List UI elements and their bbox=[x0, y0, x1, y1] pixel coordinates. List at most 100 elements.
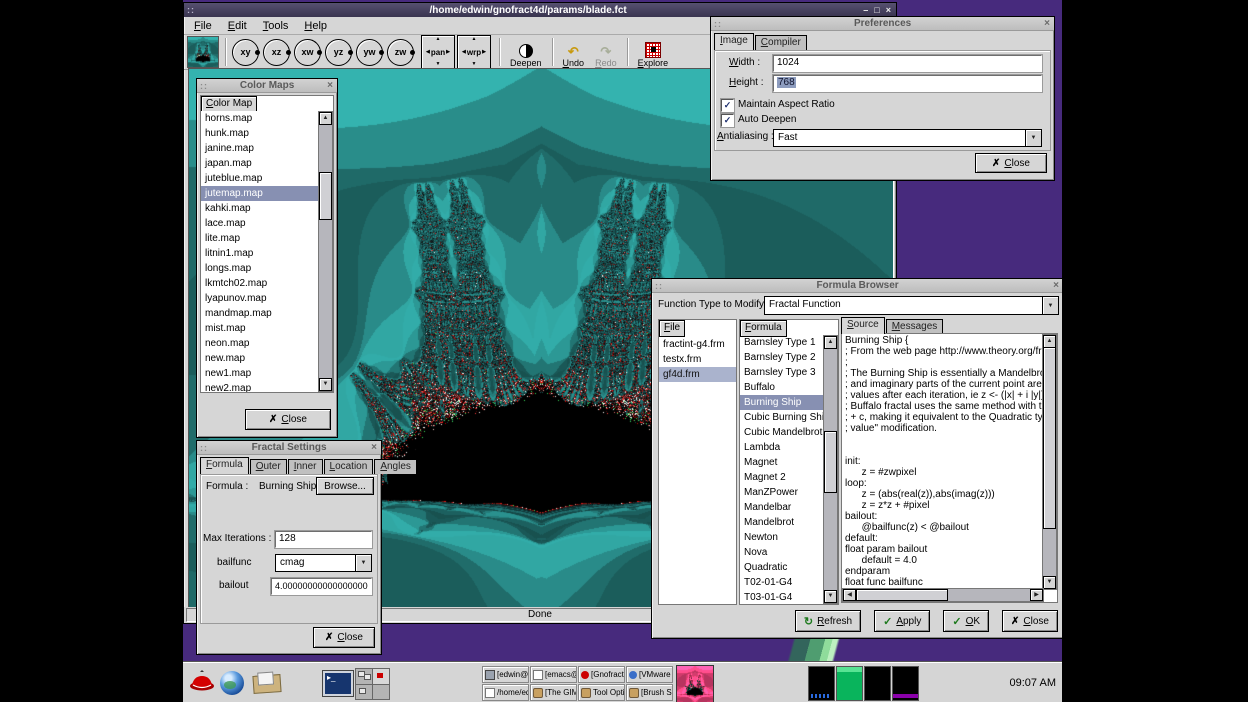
colormap-item-lkmtch02-map[interactable]: lkmtch02.map bbox=[201, 276, 320, 291]
workspace-3[interactable] bbox=[356, 685, 372, 700]
formula-item-mandelbrot[interactable]: Mandelbrot bbox=[740, 515, 825, 530]
workspace-1[interactable] bbox=[356, 669, 372, 684]
taskbar-task-emacs-l[interactable]: [emacs@l bbox=[530, 666, 577, 683]
formula-item-cubic-mandelbrot[interactable]: Cubic Mandelbrot bbox=[740, 425, 825, 440]
file-item-testx-frm[interactable]: testx.frm bbox=[659, 352, 736, 367]
chevron-down-icon[interactable]: ▼ bbox=[1025, 130, 1041, 146]
spin-button-wrp[interactable]: ▲◀wrp▶▼ bbox=[457, 35, 491, 69]
formula-item-t02-01-g4[interactable]: T02-01-G4 bbox=[740, 575, 825, 590]
menu-tools[interactable]: Tools bbox=[255, 19, 297, 33]
taskbar-task-the-gimi[interactable]: [The GIMI bbox=[530, 684, 577, 701]
formula-item-manzpower[interactable]: ManZPower bbox=[740, 485, 825, 500]
colormaps-close-button[interactable]: ✗ Close bbox=[245, 409, 331, 430]
spin-right-icon[interactable]: ▶ bbox=[482, 49, 486, 55]
menu-file[interactable]: File bbox=[186, 19, 220, 33]
formula-item-barnsley-type-3[interactable]: Barnsley Type 3 bbox=[740, 365, 825, 380]
colormap-item-lyapunov-map[interactable]: lyapunov.map bbox=[201, 291, 320, 306]
browser-globe-icon[interactable] bbox=[220, 671, 244, 695]
formula-scrollbar[interactable]: ▲ ▼ bbox=[823, 335, 838, 604]
formula-item-mandelbar[interactable]: Mandelbar bbox=[740, 500, 825, 515]
ok-button[interactable]: ✓ OK bbox=[943, 610, 989, 632]
formula-item-burning-ship[interactable]: Burning Ship bbox=[740, 395, 825, 410]
source-hscrollbar[interactable]: ◀ ▶ bbox=[842, 588, 1044, 602]
formula-item-cubic-burning-ship[interactable]: Cubic Burning Ship bbox=[740, 410, 825, 425]
chevron-down-icon[interactable]: ▼ bbox=[1042, 297, 1058, 314]
scroll-down-icon[interactable]: ▼ bbox=[824, 590, 837, 603]
taskbar-task-home-edw[interactable]: /home/edw bbox=[482, 684, 529, 701]
colormap-item-kahki-map[interactable]: kahki.map bbox=[201, 201, 320, 216]
source-vscrollbar[interactable]: ▲ ▼ bbox=[1042, 334, 1057, 590]
menu-edit[interactable]: Edit bbox=[220, 19, 255, 33]
rotate-button-xz[interactable]: xz bbox=[263, 39, 290, 66]
rotate-button-zw[interactable]: zw bbox=[387, 39, 414, 66]
colormap-item-longs-map[interactable]: longs.map bbox=[201, 261, 320, 276]
deepen-button[interactable]: Deepen bbox=[506, 37, 546, 68]
spin-down-icon[interactable]: ▼ bbox=[472, 62, 477, 67]
tab-image[interactable]: Image bbox=[714, 33, 754, 50]
close-icon[interactable]: × bbox=[323, 80, 337, 91]
formula-item-t03-01-g4[interactable]: T03-01-G4 bbox=[740, 590, 825, 604]
scroll-up-icon[interactable]: ▲ bbox=[824, 336, 837, 349]
colormap-item-janine-map[interactable]: janine.map bbox=[201, 141, 320, 156]
bailfunc-select[interactable]: cmag ▼ bbox=[275, 554, 372, 572]
spin-down-icon[interactable]: ▼ bbox=[436, 62, 441, 67]
taskbar-task-tool-optic[interactable]: Tool Optic bbox=[578, 684, 625, 701]
close-icon[interactable]: × bbox=[1049, 280, 1062, 291]
preferences-titlebar[interactable]: :: Preferences × bbox=[711, 17, 1054, 31]
scroll-down-icon[interactable]: ▼ bbox=[1043, 576, 1056, 589]
menu-help[interactable]: Help bbox=[296, 19, 335, 33]
taskbar-task-vmware-v[interactable]: [VMware V bbox=[626, 666, 673, 683]
formula-item-magnet-2[interactable]: Magnet 2 bbox=[740, 470, 825, 485]
formula-item-quadratic[interactable]: Quadratic bbox=[740, 560, 825, 575]
max-iterations-input[interactable]: 128 bbox=[275, 531, 372, 548]
redo-button[interactable]: ↷ Redo bbox=[591, 37, 621, 68]
height-input[interactable]: 768 bbox=[773, 75, 1042, 92]
tab-compiler[interactable]: Compiler bbox=[755, 35, 807, 50]
spin-left-icon[interactable]: ◀ bbox=[426, 49, 430, 55]
scrollbar-thumb[interactable] bbox=[1043, 347, 1056, 529]
colormap-item-lite-map[interactable]: lite.map bbox=[201, 231, 320, 246]
tab-location[interactable]: Location bbox=[324, 459, 374, 474]
close-icon[interactable]: × bbox=[886, 5, 891, 15]
colormap-item-new-map[interactable]: new.map bbox=[201, 351, 320, 366]
width-input[interactable]: 1024 bbox=[773, 55, 1042, 72]
preferences-close-button[interactable]: ✗ Close bbox=[975, 153, 1047, 173]
taskbar-task-brush-se[interactable]: [Brush Se bbox=[626, 684, 673, 701]
formula-browser-close-button[interactable]: ✗ Close bbox=[1002, 610, 1058, 632]
colormap-item-mandmap-map[interactable]: mandmap.map bbox=[201, 306, 320, 321]
spin-left-icon[interactable]: ◀ bbox=[462, 49, 466, 55]
close-icon[interactable]: × bbox=[1040, 18, 1054, 29]
scroll-down-icon[interactable]: ▼ bbox=[319, 378, 332, 391]
rotate-button-yw[interactable]: yw bbox=[356, 39, 383, 66]
colormap-item-juteblue-map[interactable]: juteblue.map bbox=[201, 171, 320, 186]
redhat-menu-icon[interactable] bbox=[188, 670, 216, 697]
scrollbar-thumb[interactable] bbox=[319, 172, 332, 220]
close-icon[interactable]: × bbox=[367, 442, 381, 453]
tab-source[interactable]: Source bbox=[841, 317, 885, 334]
formula-item-nova[interactable]: Nova bbox=[740, 545, 825, 560]
tab-angles[interactable]: Angles bbox=[374, 459, 417, 474]
fractal-settings-close-button[interactable]: ✗ Close bbox=[313, 627, 375, 648]
scroll-right-icon[interactable]: ▶ bbox=[1030, 589, 1043, 601]
chevron-down-icon[interactable]: ▼ bbox=[355, 555, 371, 571]
mail-icon[interactable] bbox=[252, 674, 281, 694]
scroll-left-icon[interactable]: ◀ bbox=[843, 589, 856, 601]
spin-right-icon[interactable]: ▶ bbox=[446, 49, 450, 55]
colormap-item-new2-map[interactable]: new2.map bbox=[201, 381, 320, 392]
tab-formula[interactable]: Formula bbox=[200, 457, 249, 474]
colormap-item-japan-map[interactable]: japan.map bbox=[201, 156, 320, 171]
colormap-scrollbar[interactable]: ▲ ▼ bbox=[318, 111, 333, 392]
apply-button[interactable]: ✓ Apply bbox=[874, 610, 930, 632]
minimize-icon[interactable]: – bbox=[863, 5, 868, 15]
file-list-header[interactable]: File bbox=[659, 320, 685, 337]
colormap-item-mist-map[interactable]: mist.map bbox=[201, 321, 320, 336]
function-type-select[interactable]: Fractal Function ▼ bbox=[764, 296, 1059, 315]
browse-button[interactable]: Browse... bbox=[316, 477, 374, 495]
formula-item-lambda[interactable]: Lambda bbox=[740, 440, 825, 455]
refresh-button[interactable]: ↻ Refresh bbox=[795, 610, 861, 632]
spin-button-pan[interactable]: ▲◀pan▶▼ bbox=[421, 35, 455, 69]
maintain-aspect-checkbox[interactable]: ✓ bbox=[721, 99, 734, 112]
formula-item-newton[interactable]: Newton bbox=[740, 530, 825, 545]
auto-deepen-checkbox[interactable]: ✓ bbox=[721, 114, 734, 127]
tab-outer[interactable]: Outer bbox=[250, 459, 287, 474]
